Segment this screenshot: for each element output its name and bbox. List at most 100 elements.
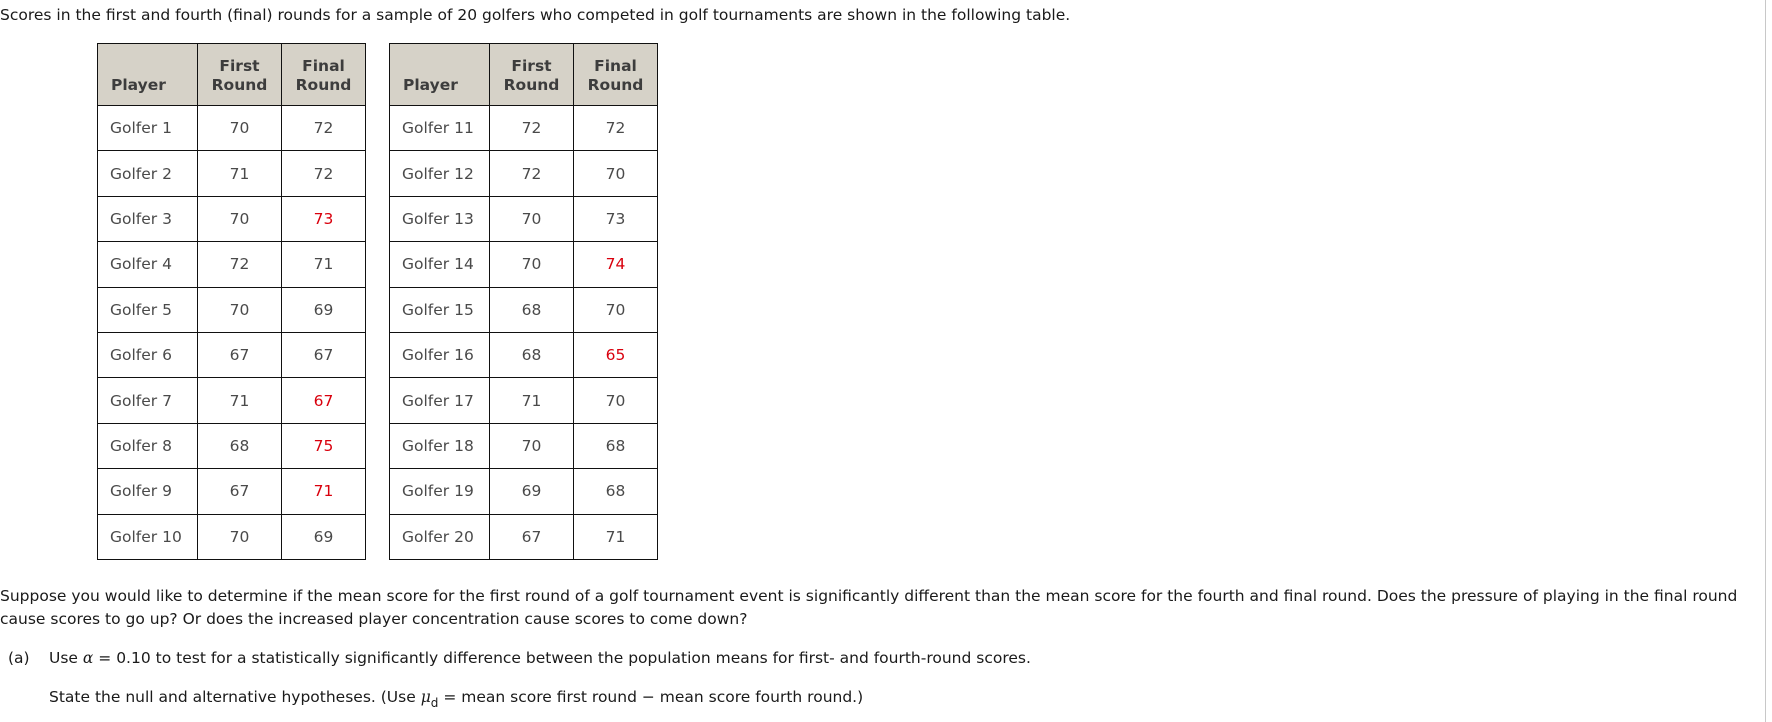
table-row: Golfer 15 68 70 — [389, 286, 658, 333]
table-row: Golfer 2 71 72 — [97, 150, 366, 197]
cell-first-round: 70 — [197, 195, 282, 243]
cell-final-round: 65 — [573, 331, 658, 379]
table-row: Golfer 1 70 72 — [97, 104, 366, 152]
table-row: Golfer 20 67 71 — [389, 513, 658, 560]
cell-final-round: 70 — [573, 150, 658, 197]
cell-player: Golfer 9 — [97, 468, 198, 515]
table-row: Golfer 5 70 69 — [97, 286, 366, 333]
cell-final-round: 69 — [281, 286, 366, 333]
table-body-left: Golfer 1 70 72 Golfer 2 71 72 Golfer 3 70 73 Golf… — [97, 104, 366, 560]
header-final-round: Final Round — [573, 43, 658, 106]
cell-player: Golfer 5 — [97, 286, 198, 333]
cell-first-round: 68 — [197, 422, 282, 470]
cell-final-round: 75 — [281, 422, 366, 470]
table-row: Golfer 18 70 68 — [389, 422, 658, 470]
table-row: Golfer 4 72 71 — [97, 241, 366, 288]
part-a-text: = 0.10 to test for a statistically signi… — [93, 649, 1031, 667]
table-row: Golfer 6 67 67 — [97, 331, 366, 379]
cell-player: Golfer 18 — [389, 422, 490, 470]
header-first-round: First Round — [489, 43, 574, 106]
cell-final-round: 67 — [281, 331, 366, 379]
table-header-row: Player First Round Final Round — [97, 43, 366, 106]
cell-first-round: 72 — [489, 104, 574, 152]
cell-first-round: 68 — [489, 331, 574, 379]
table-header-row: Player First Round Final Round — [389, 43, 658, 106]
cell-first-round: 70 — [197, 286, 282, 333]
mu-symbol: μ — [420, 688, 431, 706]
cell-final-round: 67 — [281, 377, 366, 424]
cell-final-round: 69 — [281, 513, 366, 560]
table-row: Golfer 7 71 67 — [97, 377, 366, 424]
cell-player: Golfer 11 — [389, 104, 490, 152]
cell-first-round: 71 — [197, 377, 282, 424]
cell-first-round: 71 — [197, 150, 282, 197]
cell-first-round: 72 — [197, 241, 282, 288]
cell-first-round: 70 — [489, 241, 574, 288]
header-final-round: Final Round — [281, 43, 366, 106]
table-row: Golfer 3 70 73 — [97, 195, 366, 243]
cell-final-round: 71 — [573, 513, 658, 560]
cell-first-round: 67 — [489, 513, 574, 560]
intro-text: Scores in the first and fourth (final) r… — [0, 6, 1071, 24]
scores-table-left: Player First Round Final Round Golfer 1 70 7… — [97, 43, 366, 560]
cell-final-round: 74 — [573, 241, 658, 288]
cell-player: Golfer 4 — [97, 241, 198, 288]
cell-final-round: 73 — [573, 195, 658, 243]
alpha-symbol: α — [82, 649, 94, 667]
cell-player: Golfer 10 — [97, 513, 198, 560]
table-row: Golfer 14 70 74 — [389, 241, 658, 288]
cell-final-round: 73 — [281, 195, 366, 243]
header-first-round: First Round — [197, 43, 282, 106]
cell-final-round: 70 — [573, 377, 658, 424]
table-row: Golfer 9 67 71 — [97, 468, 366, 515]
cell-final-round: 72 — [281, 150, 366, 197]
cell-player: Golfer 19 — [389, 468, 490, 515]
cell-final-round: 72 — [573, 104, 658, 152]
cell-player: Golfer 13 — [389, 195, 490, 243]
cell-first-round: 67 — [197, 468, 282, 515]
cell-first-round: 67 — [197, 331, 282, 379]
cell-player: Golfer 16 — [389, 331, 490, 379]
cell-final-round: 68 — [573, 422, 658, 470]
table-row: Golfer 19 69 68 — [389, 468, 658, 515]
cell-first-round: 71 — [489, 377, 574, 424]
cell-player: Golfer 12 — [389, 150, 490, 197]
cell-first-round: 68 — [489, 286, 574, 333]
part-a-prefix: Use — [49, 649, 83, 667]
cell-player: Golfer 15 — [389, 286, 490, 333]
cell-player: Golfer 20 — [389, 513, 490, 560]
header-player: Player — [389, 43, 490, 106]
page-right-border — [1765, 0, 1766, 722]
cell-final-round: 71 — [281, 468, 366, 515]
table-row: Golfer 17 71 70 — [389, 377, 658, 424]
cell-player: Golfer 17 — [389, 377, 490, 424]
scores-table-right: Player First Round Final Round Golfer 11 72… — [389, 43, 658, 560]
cell-first-round: 70 — [197, 104, 282, 152]
hypotheses-instruction: State the null and alternative hypothese… — [49, 688, 863, 710]
table-row: Golfer 13 70 73 — [389, 195, 658, 243]
cell-first-round: 72 — [489, 150, 574, 197]
cell-player: Golfer 3 — [97, 195, 198, 243]
table-body-right: Golfer 11 72 72 Golfer 12 72 70 Golfer 13 70 73 G… — [389, 104, 658, 560]
cell-final-round: 70 — [573, 286, 658, 333]
question-text: Suppose you would like to determine if t… — [0, 587, 1738, 628]
cell-player: Golfer 14 — [389, 241, 490, 288]
cell-first-round: 70 — [489, 195, 574, 243]
header-player: Player — [97, 43, 198, 106]
cell-first-round: 70 — [197, 513, 282, 560]
cell-player: Golfer 2 — [97, 150, 198, 197]
cell-final-round: 71 — [281, 241, 366, 288]
instruction-suffix: = mean score first round − mean score fo… — [438, 688, 864, 706]
scores-tables: Player First Round Final Round Golfer 1 70 7… — [97, 43, 658, 560]
table-row: Golfer 11 72 72 — [389, 104, 658, 152]
cell-first-round: 69 — [489, 468, 574, 515]
cell-final-round: 68 — [573, 468, 658, 515]
table-row: Golfer 8 68 75 — [97, 422, 366, 470]
cell-first-round: 70 — [489, 422, 574, 470]
table-row: Golfer 16 68 65 — [389, 331, 658, 379]
table-row: Golfer 12 72 70 — [389, 150, 658, 197]
part-a: (a) Use α = 0.10 to test for a statistica… — [8, 649, 1031, 667]
instruction-prefix: State the null and alternative hypothese… — [49, 688, 421, 706]
cell-final-round: 72 — [281, 104, 366, 152]
cell-player: Golfer 7 — [97, 377, 198, 424]
